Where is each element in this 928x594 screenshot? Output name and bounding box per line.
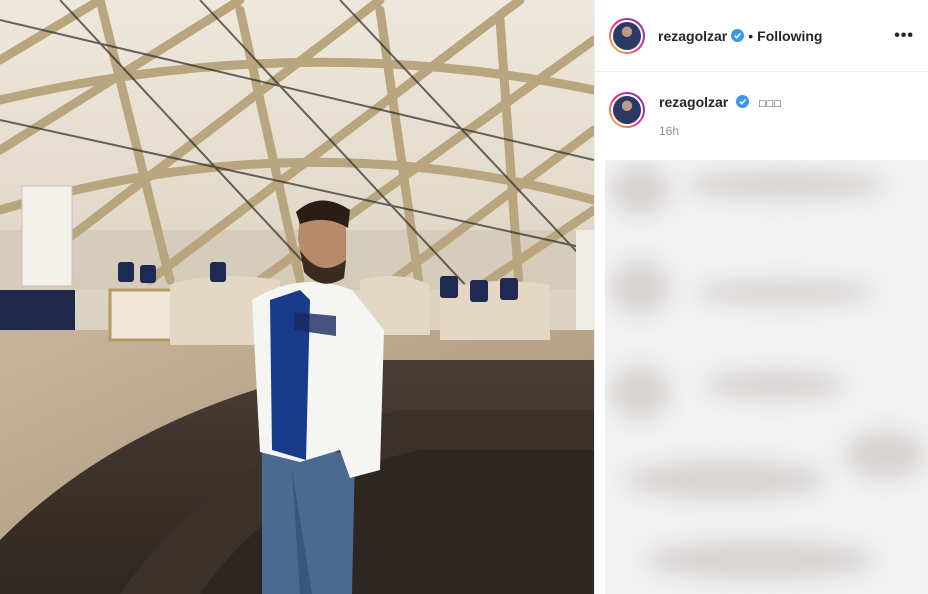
caption-avatar[interactable] bbox=[609, 92, 645, 128]
more-options-icon[interactable]: ••• bbox=[894, 27, 914, 45]
verified-badge-icon bbox=[731, 29, 745, 42]
username-link[interactable]: rezagolzar bbox=[658, 28, 727, 44]
photo-illustration bbox=[0, 0, 594, 594]
post-side-panel: rezagolzar • Following ••• rezagolzar □□… bbox=[594, 0, 928, 594]
avatar-image bbox=[611, 19, 643, 52]
caption-line: rezagolzar □□□ bbox=[659, 92, 782, 114]
caption-verified-badge-icon bbox=[736, 95, 750, 108]
caption-username-link[interactable]: rezagolzar bbox=[659, 94, 728, 110]
caption-avatar-image bbox=[611, 94, 643, 126]
post-photo[interactable] bbox=[0, 0, 594, 594]
avatar[interactable] bbox=[609, 17, 645, 54]
post-header: rezagolzar • Following ••• bbox=[595, 0, 928, 72]
following-button[interactable]: Following bbox=[757, 28, 822, 44]
caption-row: rezagolzar □□□ 16h bbox=[595, 72, 928, 138]
post-timestamp[interactable]: 16h bbox=[659, 124, 782, 138]
follow-separator: • bbox=[748, 27, 754, 44]
caption-body: rezagolzar □□□ 16h bbox=[659, 90, 782, 138]
post-viewer: rezagolzar • Following ••• rezagolzar □□… bbox=[0, 0, 928, 594]
blurred-comments-area bbox=[605, 160, 928, 594]
caption-text: □□□ bbox=[759, 98, 782, 110]
